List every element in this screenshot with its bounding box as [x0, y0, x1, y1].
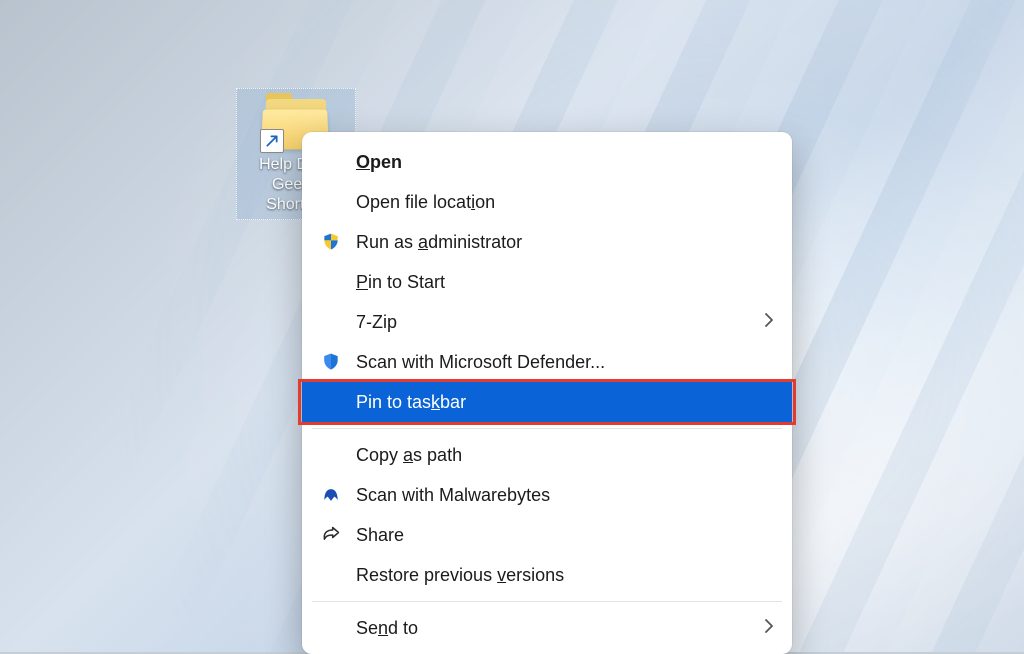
menu-separator	[312, 428, 782, 429]
menu-item-open-file-location[interactable]: Open file location	[302, 182, 792, 222]
malwarebytes-icon	[320, 484, 342, 506]
menu-separator	[312, 601, 782, 602]
share-icon	[320, 524, 342, 546]
menu-item-restore-previous-versions[interactable]: Restore previous versions	[302, 555, 792, 595]
menu-item-scan-defender[interactable]: Scan with Microsoft Defender...	[302, 342, 792, 382]
menu-item-pin-to-taskbar[interactable]: Pin to taskbar	[302, 382, 792, 422]
menu-item-open[interactable]: Open	[302, 142, 792, 182]
menu-item-7zip[interactable]: 7-Zip	[302, 302, 792, 342]
menu-item-send-to[interactable]: Send to	[302, 608, 792, 648]
defender-shield-icon	[320, 351, 342, 373]
menu-item-share[interactable]: Share	[302, 515, 792, 555]
menu-item-copy-as-path[interactable]: Copy as path	[302, 435, 792, 475]
context-menu: Open Open file location Run as administr…	[302, 132, 792, 654]
chevron-right-icon	[764, 313, 774, 332]
uac-shield-icon	[320, 231, 342, 253]
chevron-right-icon	[764, 619, 774, 638]
menu-item-scan-malwarebytes[interactable]: Scan with Malwarebytes	[302, 475, 792, 515]
menu-item-pin-to-start[interactable]: Pin to Start	[302, 262, 792, 302]
menu-item-run-as-administrator[interactable]: Run as administrator	[302, 222, 792, 262]
shortcut-overlay-icon	[260, 129, 284, 153]
